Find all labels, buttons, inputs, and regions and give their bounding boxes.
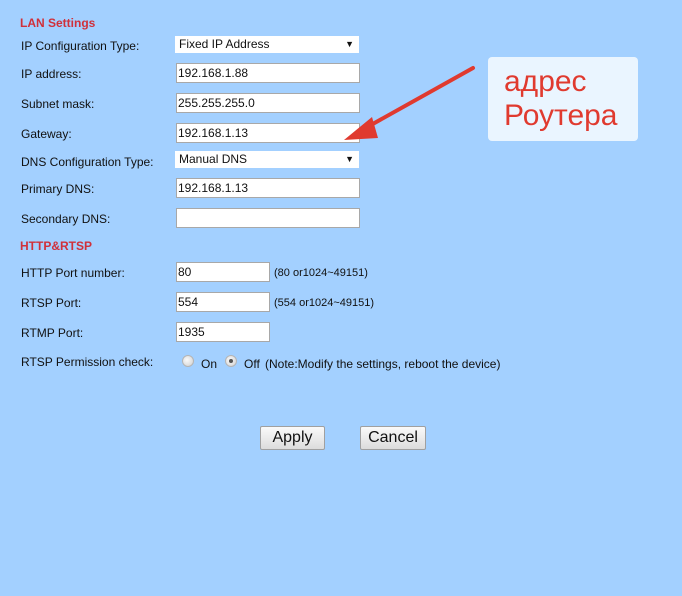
annotation-arrow-icon	[344, 66, 475, 140]
